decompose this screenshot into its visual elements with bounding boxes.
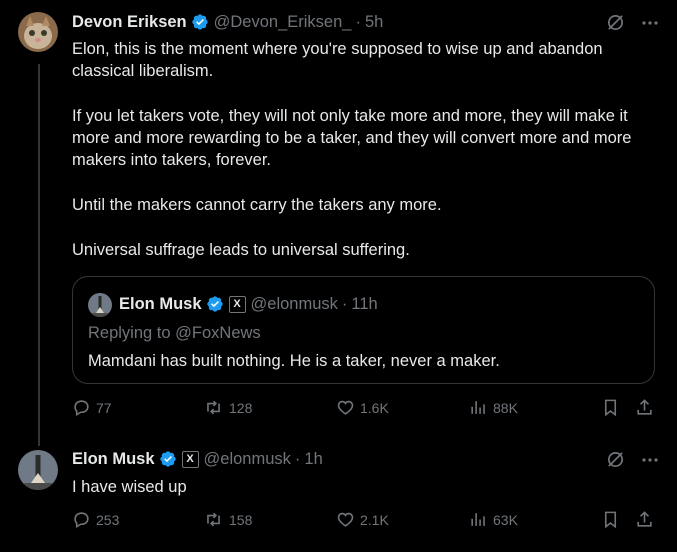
replying-to-line: Replying to @FoxNews xyxy=(88,323,261,343)
tweet1-paragraph-4: Universal suffrage leads to universal su… xyxy=(72,241,410,259)
reply-button[interactable]: 253 xyxy=(72,510,119,529)
grok-icon[interactable] xyxy=(606,13,625,32)
more-icon[interactable] xyxy=(641,14,659,32)
like-button[interactable]: 2.1K xyxy=(336,510,389,529)
share-icon xyxy=(637,511,652,527)
views-count: 88K xyxy=(493,399,518,416)
timestamp[interactable]: 1h xyxy=(304,449,322,469)
separator-dot: · xyxy=(294,450,301,468)
share-button[interactable] xyxy=(635,398,654,417)
like-icon xyxy=(337,400,354,415)
x-affiliation-badge: X xyxy=(181,450,199,468)
avatar-elon-musk-quote[interactable] xyxy=(88,293,112,317)
share-button[interactable] xyxy=(635,510,654,529)
views-button[interactable]: 63K xyxy=(469,510,518,529)
bookmark-button[interactable] xyxy=(601,398,620,417)
quote-text: Mamdani has built nothing. He is a taker… xyxy=(88,352,500,370)
grok-icon[interactable] xyxy=(606,450,625,469)
tweet2-top-actions xyxy=(606,450,659,469)
reply-icon xyxy=(74,400,89,417)
thread-connector-line xyxy=(38,64,40,446)
tweet2-action-row: 253 158 2.1K 63K xyxy=(72,510,657,534)
more-icon[interactable] xyxy=(641,451,659,469)
reply-icon xyxy=(74,512,89,529)
avatar-devon-eriksen[interactable] xyxy=(18,12,58,52)
verified-icon xyxy=(159,450,177,468)
verified-icon xyxy=(191,13,209,31)
tweet1-paragraph-2: If you let takers vote, they will not on… xyxy=(72,107,637,169)
tweet2-header: Elon Musk X @elonmusk · 1h xyxy=(72,449,323,469)
repost-icon xyxy=(207,512,220,527)
views-icon xyxy=(471,401,485,414)
author-handle[interactable]: @elonmusk xyxy=(204,449,291,469)
replying-to-label: Replying to xyxy=(88,324,171,342)
separator-dot: · xyxy=(341,295,348,313)
quoted-tweet[interactable]: Elon Musk X @elonmusk · 11h Replying to … xyxy=(72,276,655,384)
separator-dot: · xyxy=(355,13,361,31)
like-count: 2.1K xyxy=(360,511,389,528)
author-name[interactable]: Devon Eriksen xyxy=(72,12,187,32)
repost-count: 158 xyxy=(229,511,253,528)
tweet1-paragraph-3: Until the makers cannot carry the takers… xyxy=(72,196,442,214)
tweet1-top-actions xyxy=(606,13,659,32)
repost-icon xyxy=(207,400,220,415)
quote-author-name[interactable]: Elon Musk xyxy=(119,294,202,314)
quote-author-handle[interactable]: @elonmusk xyxy=(251,294,338,314)
author-handle[interactable]: @Devon_Eriksen_ xyxy=(214,12,352,32)
share-icon xyxy=(637,399,652,415)
views-count: 63K xyxy=(493,511,518,528)
like-button[interactable]: 1.6K xyxy=(336,398,389,417)
quote-timestamp[interactable]: 11h xyxy=(351,294,377,314)
repost-button[interactable]: 128 xyxy=(203,398,252,417)
views-button[interactable]: 88K xyxy=(469,398,518,417)
quote-header: Elon Musk X @elonmusk · 11h xyxy=(119,294,378,314)
bookmark-icon xyxy=(604,511,617,529)
verified-icon xyxy=(206,295,224,313)
repost-count: 128 xyxy=(229,399,253,416)
timestamp[interactable]: 5h xyxy=(365,12,383,32)
reply-button[interactable]: 77 xyxy=(72,398,112,417)
views-icon xyxy=(471,513,485,526)
reply-count: 253 xyxy=(96,511,120,528)
tweet1-paragraph-1: Elon, this is the moment where you're su… xyxy=(72,40,608,80)
author-name[interactable]: Elon Musk xyxy=(72,449,155,469)
avatar-elon-musk[interactable] xyxy=(18,450,58,490)
like-count: 1.6K xyxy=(360,399,389,416)
like-icon xyxy=(337,512,354,527)
bookmark-button[interactable] xyxy=(601,510,620,529)
reply-count: 77 xyxy=(96,399,112,416)
x-affiliation-badge: X xyxy=(228,295,246,313)
repost-button[interactable]: 158 xyxy=(203,510,252,529)
tweet1-action-row: 77 128 1.6K 88K xyxy=(72,398,657,422)
replying-to-mention[interactable]: @FoxNews xyxy=(175,324,261,342)
bookmark-icon xyxy=(604,399,617,417)
tweet2-text: I have wised up xyxy=(72,478,187,496)
tweet1-header: Devon Eriksen @Devon_Eriksen_ · 5h xyxy=(72,12,383,32)
